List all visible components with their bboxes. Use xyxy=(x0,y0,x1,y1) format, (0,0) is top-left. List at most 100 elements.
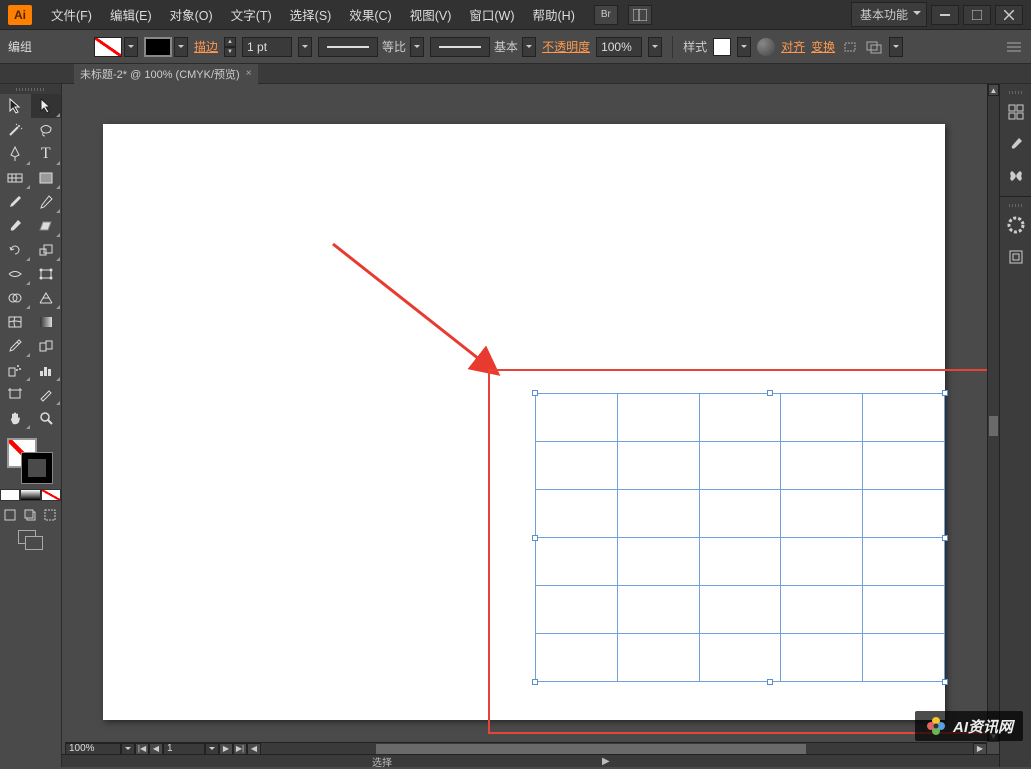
menu-edit[interactable]: 编辑(E) xyxy=(101,1,161,28)
brush-dropdown[interactable] xyxy=(522,37,536,57)
selection-handle[interactable] xyxy=(532,535,538,541)
horizontal-scroll-track[interactable] xyxy=(261,743,973,755)
rotate-tool[interactable] xyxy=(0,238,31,262)
vertical-scrollbar[interactable]: ▲ ▼ xyxy=(987,84,999,742)
width-profile-dropdown[interactable] xyxy=(410,37,424,57)
control-bar-menu-icon[interactable] xyxy=(1005,39,1023,55)
column-graph-tool[interactable] xyxy=(31,358,62,382)
stroke-link[interactable]: 描边 xyxy=(194,38,218,55)
selection-handle[interactable] xyxy=(942,390,948,396)
fill-stroke-control[interactable] xyxy=(0,434,62,486)
screen-mode-icon[interactable] xyxy=(16,528,46,552)
solid-color-mode[interactable] xyxy=(0,486,20,504)
panel-grid-icon[interactable] xyxy=(1002,98,1030,126)
scroll-right-button[interactable]: ▶ xyxy=(973,743,987,755)
close-button[interactable] xyxy=(995,5,1023,25)
stroke-panel-icon[interactable] xyxy=(1002,243,1030,271)
menu-object[interactable]: 对象(O) xyxy=(161,1,222,28)
eraser-tool[interactable] xyxy=(31,214,62,238)
selection-handle[interactable] xyxy=(767,390,773,396)
tools-grip[interactable] xyxy=(0,84,61,94)
symbol-sprayer-tool[interactable] xyxy=(0,358,31,382)
brushes-panel-icon[interactable] xyxy=(1002,130,1030,158)
mesh-tool[interactable] xyxy=(0,310,31,334)
opacity-input[interactable]: 100% xyxy=(596,37,642,57)
stroke-stepper[interactable]: ▲▼ xyxy=(224,37,236,57)
slice-tool[interactable] xyxy=(31,382,62,406)
bridge-icon[interactable]: Br xyxy=(594,5,618,25)
fill-dropdown[interactable] xyxy=(124,37,138,57)
minimize-button[interactable] xyxy=(931,5,959,25)
scale-tool[interactable] xyxy=(31,238,62,262)
selection-handle[interactable] xyxy=(942,535,948,541)
blend-tool[interactable] xyxy=(31,334,62,358)
dock-grip[interactable] xyxy=(1000,201,1031,209)
workspace-selector[interactable]: 基本功能 xyxy=(851,2,927,27)
draw-behind-icon[interactable] xyxy=(20,506,40,524)
first-artboard-button[interactable]: |◀ xyxy=(135,743,149,755)
style-dropdown[interactable] xyxy=(737,37,751,57)
opacity-dropdown[interactable] xyxy=(648,37,662,57)
color-panel-icon[interactable] xyxy=(1002,211,1030,239)
draw-inside-icon[interactable] xyxy=(40,506,60,524)
align-link[interactable]: 对齐 xyxy=(781,38,805,55)
lasso-tool[interactable] xyxy=(31,118,62,142)
vertical-scroll-thumb[interactable] xyxy=(989,416,998,436)
menu-view[interactable]: 视图(V) xyxy=(401,1,461,28)
stroke-swatch[interactable] xyxy=(144,37,172,57)
stroke-weight-input[interactable]: 1 pt xyxy=(242,37,292,57)
hand-tool[interactable] xyxy=(0,406,31,430)
gradient-mode[interactable] xyxy=(20,486,40,504)
menu-effect[interactable]: 效果(C) xyxy=(340,1,400,28)
width-tool[interactable] xyxy=(0,262,31,286)
selection-handle[interactable] xyxy=(532,390,538,396)
rectangle-tool[interactable] xyxy=(31,166,62,190)
gradient-tool[interactable] xyxy=(31,310,62,334)
zoom-tool[interactable] xyxy=(31,406,62,430)
document-tab[interactable]: 未标题-2* @ 100% (CMYK/预览) × xyxy=(74,64,258,84)
opacity-link[interactable]: 不透明度 xyxy=(542,38,590,55)
selection-handle[interactable] xyxy=(767,679,773,685)
stroke-weight-dropdown[interactable] xyxy=(298,37,312,57)
none-mode[interactable] xyxy=(41,486,61,504)
direct-selection-tool[interactable] xyxy=(31,94,62,118)
maximize-button[interactable] xyxy=(963,5,991,25)
pen-tool[interactable] xyxy=(0,142,31,166)
selection-handle[interactable] xyxy=(532,679,538,685)
tab-close-icon[interactable]: × xyxy=(246,68,252,79)
paintbrush-tool[interactable] xyxy=(0,190,31,214)
clip-dropdown[interactable] xyxy=(889,37,903,57)
menu-help[interactable]: 帮助(H) xyxy=(524,1,584,28)
dock-grip[interactable] xyxy=(1000,88,1031,96)
artboard-number-input[interactable]: 1 xyxy=(163,743,205,755)
brush-definition[interactable] xyxy=(430,37,490,57)
arrange-docs-icon[interactable] xyxy=(628,5,652,25)
artboard-tool[interactable] xyxy=(0,382,31,406)
eyedropper-tool[interactable] xyxy=(0,334,31,358)
type-tool[interactable]: T xyxy=(31,142,62,166)
last-artboard-button[interactable]: ▶| xyxy=(233,743,247,755)
menu-select[interactable]: 选择(S) xyxy=(281,1,341,28)
clip-mask-icon[interactable] xyxy=(865,39,883,55)
menu-window[interactable]: 窗口(W) xyxy=(460,1,523,28)
scroll-left-button[interactable]: ◀ xyxy=(247,743,261,755)
selection-handle[interactable] xyxy=(942,679,948,685)
selected-grid-object[interactable] xyxy=(535,393,945,682)
graphic-style-swatch[interactable] xyxy=(713,38,731,56)
canvas-viewport[interactable] xyxy=(65,84,987,742)
draw-normal-icon[interactable] xyxy=(0,506,20,524)
artboard-dropdown[interactable] xyxy=(205,743,219,755)
isolate-icon[interactable] xyxy=(841,39,859,55)
blob-brush-tool[interactable] xyxy=(0,214,31,238)
stroke-dropdown[interactable] xyxy=(174,37,188,57)
next-artboard-button[interactable]: ▶ xyxy=(219,743,233,755)
shape-builder-tool[interactable] xyxy=(0,286,31,310)
pencil-tool[interactable] xyxy=(31,190,62,214)
line-segment-tool[interactable] xyxy=(0,166,31,190)
menu-file[interactable]: 文件(F) xyxy=(42,1,101,28)
stroke-indicator[interactable] xyxy=(22,453,52,483)
magic-wand-tool[interactable] xyxy=(0,118,31,142)
perspective-grid-tool[interactable] xyxy=(31,286,62,310)
prev-artboard-button[interactable]: ◀ xyxy=(149,743,163,755)
free-transform-tool[interactable] xyxy=(31,262,62,286)
